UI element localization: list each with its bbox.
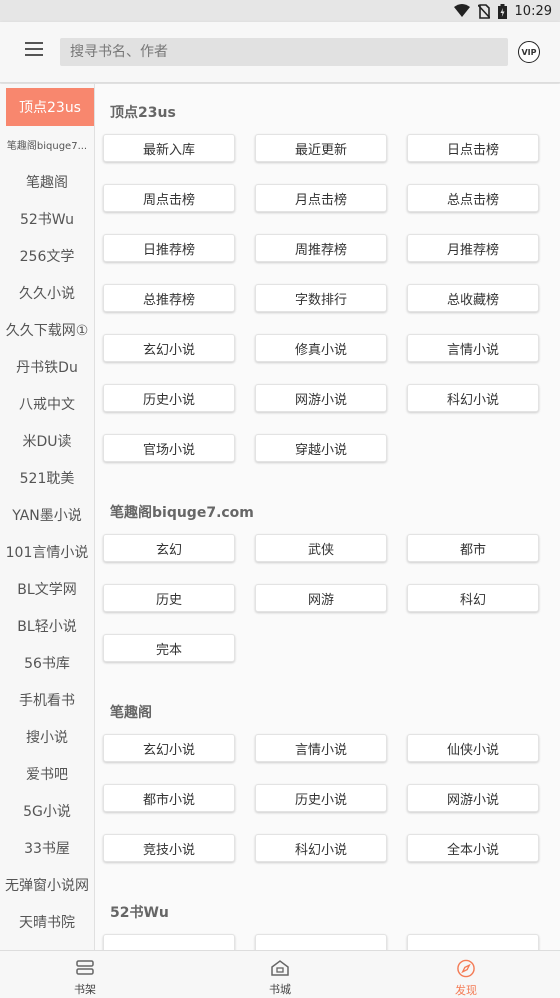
category-tag[interactable]: 网游 <box>255 584 387 612</box>
category-tag[interactable]: 日点击榜 <box>407 134 539 162</box>
section-title: 笔趣阁 <box>110 705 152 721</box>
sidebar-item[interactable]: 顶点23us <box>6 88 94 126</box>
nav-bookstore[interactable]: 书城 <box>245 951 315 998</box>
nav-bookshelf-label: 书架 <box>74 983 96 996</box>
sidebar-item[interactable]: 天晴书院 <box>0 903 94 940</box>
category-tag[interactable]: 总点击榜 <box>407 184 539 212</box>
sidebar-item[interactable]: 笔趣阁biquge7... <box>0 126 94 163</box>
section-title: 顶点23us <box>110 105 176 121</box>
no-sim-icon <box>477 3 490 19</box>
category-tag[interactable] <box>255 934 387 950</box>
sidebar-item[interactable]: 101言情小说 <box>0 533 94 570</box>
wifi-icon <box>453 4 470 17</box>
tag-grid: 最新入库 最近更新 日点击榜周点击榜 月点击榜 总点击榜日推荐榜 周推荐榜 月推荐榜总推荐榜… <box>95 134 560 484</box>
vip-icon[interactable]: VIP <box>518 41 540 63</box>
tag-grid: 玄幻小说 言情小说 仙侠小说都市小说 历史小说 网游小说竞技小说 科幻小说 全本小说 <box>95 734 560 884</box>
category-tag[interactable]: 武侠 <box>255 534 387 562</box>
category-tag[interactable]: 仙侠小说 <box>407 734 539 762</box>
top-toolbar <box>0 22 560 83</box>
category-tag[interactable]: 言情小说 <box>407 334 539 362</box>
sidebar-item[interactable]: 久久小说 <box>0 274 94 311</box>
status-icons: 10:29 <box>453 2 552 20</box>
sidebar-item[interactable]: 爱书吧 <box>0 755 94 792</box>
category-tag[interactable]: 总推荐榜 <box>103 284 235 312</box>
store-icon <box>271 960 289 976</box>
sidebar-item[interactable]: 久久下载网① <box>0 311 94 348</box>
sidebar-item[interactable]: 5G小说 <box>0 792 94 829</box>
sidebar-item[interactable]: 56书库 <box>0 644 94 681</box>
status-time: 10:29 <box>514 3 552 19</box>
sidebar-item[interactable]: BL轻小说 <box>0 607 94 644</box>
category-tag[interactable]: 都市小说 <box>103 784 235 812</box>
category-tag[interactable]: 历史 <box>103 584 235 612</box>
nav-discover-label: 发现 <box>455 984 477 997</box>
nav-discover[interactable]: 发现 <box>431 951 501 998</box>
category-tag[interactable]: 历史小说 <box>103 384 235 412</box>
sidebar-item[interactable]: 256文学 <box>0 237 94 274</box>
sidebar-item[interactable]: 无弹窗小说网 <box>0 866 94 903</box>
category-tag[interactable]: 官场小说 <box>103 434 235 462</box>
sidebar-item[interactable]: 八戒中文 <box>0 385 94 422</box>
sidebar-item[interactable]: 米DU读 <box>0 422 94 459</box>
sidebar-item[interactable]: 手机看书 <box>0 681 94 718</box>
nav-bookstore-label: 书城 <box>269 983 291 996</box>
bookshelf-icon <box>76 960 94 975</box>
category-tag[interactable]: 最近更新 <box>255 134 387 162</box>
category-tag[interactable]: 网游小说 <box>407 784 539 812</box>
sidebar-item[interactable]: 丹书铁Du <box>0 348 94 385</box>
category-tag[interactable]: 竞技小说 <box>103 834 235 862</box>
bottom-navigation: 书架 书城 发现 <box>0 950 560 998</box>
sidebar-item[interactable]: 笔趣阁 <box>0 163 94 200</box>
menu-icon[interactable] <box>18 38 50 66</box>
category-tag[interactable]: 历史小说 <box>255 784 387 812</box>
source-sidebar: 顶点23us 笔趣阁biquge7... 笔趣阁 52书Wu 256文学 久久小说 久久下载… <box>0 84 95 950</box>
compass-icon <box>457 959 475 978</box>
category-tag[interactable]: 最新入库 <box>103 134 235 162</box>
category-tag[interactable]: 月推荐榜 <box>407 234 539 262</box>
category-tag[interactable]: 全本小说 <box>407 834 539 862</box>
category-tag[interactable]: 周点击榜 <box>103 184 235 212</box>
sidebar-item[interactable]: 521耽美 <box>0 459 94 496</box>
sidebar-item[interactable]: 33书屋 <box>0 829 94 866</box>
battery-icon <box>497 3 507 19</box>
sidebar-item[interactable]: YAN墨小说 <box>0 496 94 533</box>
category-content: 顶点23us 最新入库 最近更新 日点击榜周点击榜 月点击榜 总点击榜日推荐榜 周推荐榜 月推… <box>95 84 560 950</box>
category-tag[interactable]: 科幻小说 <box>255 834 387 862</box>
section-title: 52书Wu <box>110 905 169 921</box>
category-tag[interactable]: 完本 <box>103 634 235 662</box>
category-tag[interactable]: 玄幻小说 <box>103 334 235 362</box>
tag-grid <box>95 934 560 950</box>
section-title: 笔趣阁biquge7.com <box>110 505 254 521</box>
category-tag[interactable]: 周推荐榜 <box>255 234 387 262</box>
sidebar-item[interactable]: 52书Wu <box>0 200 94 237</box>
category-tag[interactable]: 字数排行 <box>255 284 387 312</box>
sidebar-item[interactable]: 搜小说 <box>0 718 94 755</box>
category-tag[interactable]: 玄幻小说 <box>103 734 235 762</box>
category-tag[interactable]: 月点击榜 <box>255 184 387 212</box>
category-tag[interactable]: 日推荐榜 <box>103 234 235 262</box>
category-tag[interactable]: 修真小说 <box>255 334 387 362</box>
search-input[interactable] <box>60 38 508 66</box>
category-tag[interactable]: 玄幻 <box>103 534 235 562</box>
category-tag[interactable]: 穿越小说 <box>255 434 387 462</box>
nav-bookshelf[interactable]: 书架 <box>50 951 120 998</box>
category-tag[interactable] <box>407 934 539 950</box>
category-tag[interactable]: 科幻 <box>407 584 539 612</box>
category-tag[interactable]: 总收藏榜 <box>407 284 539 312</box>
category-tag[interactable] <box>103 934 235 950</box>
category-tag[interactable]: 网游小说 <box>255 384 387 412</box>
tag-grid: 玄幻 武侠 都市历史 网游 科幻完本 <box>95 534 560 684</box>
sidebar-item[interactable]: BL文学网 <box>0 570 94 607</box>
status-bar: 10:29 <box>0 0 560 22</box>
category-tag[interactable]: 科幻小说 <box>407 384 539 412</box>
category-tag[interactable]: 言情小说 <box>255 734 387 762</box>
category-tag[interactable]: 都市 <box>407 534 539 562</box>
